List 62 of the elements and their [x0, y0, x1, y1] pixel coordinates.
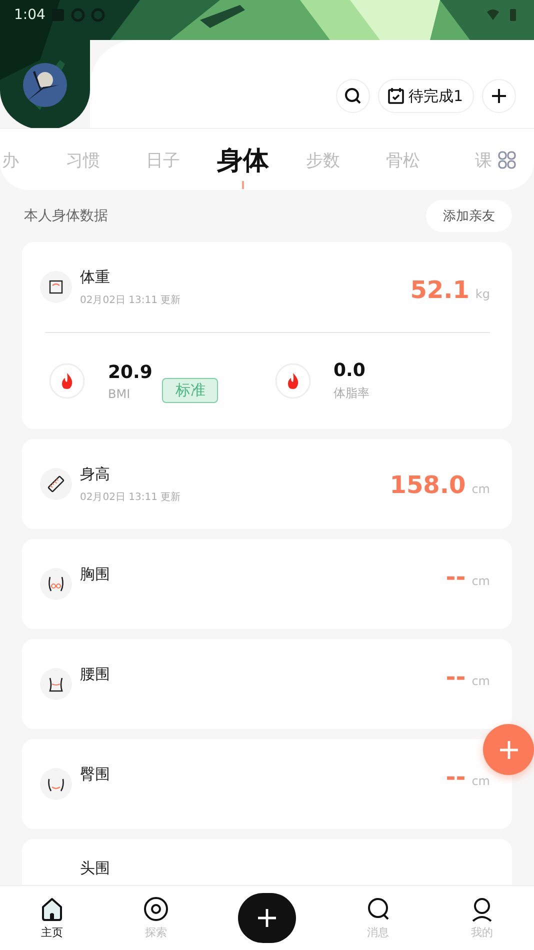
plus-icon [256, 907, 278, 929]
tab-indicator [242, 181, 244, 189]
metric-name: 头围 [80, 859, 110, 878]
metric-value: 52.1 [410, 276, 470, 304]
add-button[interactable] [482, 79, 516, 113]
notification-icon [91, 8, 106, 22]
unit-label: cm [472, 482, 490, 496]
flame-icon [49, 363, 85, 399]
tab[interactable]: 骨松 [363, 140, 443, 180]
metric-value: -- [446, 663, 466, 691]
metric-name: 腰围 [80, 665, 110, 684]
tab[interactable]: 办 [0, 140, 43, 180]
unit-label: cm [472, 574, 490, 588]
nav-tab[interactable]: 消息 [326, 896, 430, 940]
flame-icon [274, 363, 310, 399]
nav-tab[interactable]: 主页 [0, 896, 104, 940]
add-button[interactable] [238, 893, 296, 943]
waist-icon [39, 667, 73, 701]
search-icon [344, 87, 362, 105]
metric-value: 20.9 [108, 362, 152, 382]
tab[interactable]: 日子 [123, 140, 203, 180]
search-button[interactable] [336, 79, 370, 113]
metric-value: 0.0 [334, 360, 366, 381]
chest-icon [39, 567, 73, 601]
metric-label: BMI [108, 386, 132, 400]
unit-label: cm [472, 674, 490, 688]
ruler-icon [39, 467, 73, 501]
tab[interactable]: 步数 [283, 140, 363, 180]
tab[interactable]: 身体 [203, 140, 283, 180]
nav-tab[interactable]: 探索 [104, 896, 208, 940]
add-relative-button[interactable]: 添加亲友 [426, 200, 512, 232]
metric-name: 臀围 [80, 765, 110, 784]
unit-label: kg [475, 287, 490, 301]
plus-icon [490, 87, 508, 105]
unit-label: cm [472, 774, 490, 788]
notification-icon [51, 8, 66, 22]
grid-icon[interactable] [498, 151, 516, 169]
todo-button[interactable]: 待完成1 [378, 79, 474, 113]
wifi-icon [486, 8, 500, 22]
status-tag: 标准 [162, 378, 218, 402]
metric-label: 体脂率 [334, 385, 370, 402]
tab[interactable]: 习惯 [43, 140, 123, 180]
metric-name: 体重 [80, 268, 111, 286]
home-icon [39, 896, 65, 922]
metric-value: -- [446, 763, 466, 791]
calendar-check-icon [387, 87, 406, 105]
section-title: 本人身体数据 [24, 207, 108, 225]
plus-icon [498, 738, 520, 760]
update-time: 02月02日 13:11 更新 [80, 490, 181, 504]
nav-tab[interactable]: 我的 [430, 896, 534, 940]
tab[interactable]: 课 [443, 140, 492, 180]
notification-icon [71, 8, 86, 22]
clock: 1:04 [14, 7, 46, 23]
hip-icon [39, 767, 73, 801]
metric-value: 158.0 [390, 471, 466, 499]
avatar [23, 63, 67, 107]
scale-icon [39, 270, 73, 304]
metric-value: -- [446, 563, 466, 591]
metric-name: 胸围 [80, 565, 110, 584]
metric-name: 身高 [80, 465, 111, 484]
target-icon [143, 896, 169, 922]
update-time: 02月02日 13:11 更新 [80, 294, 181, 306]
